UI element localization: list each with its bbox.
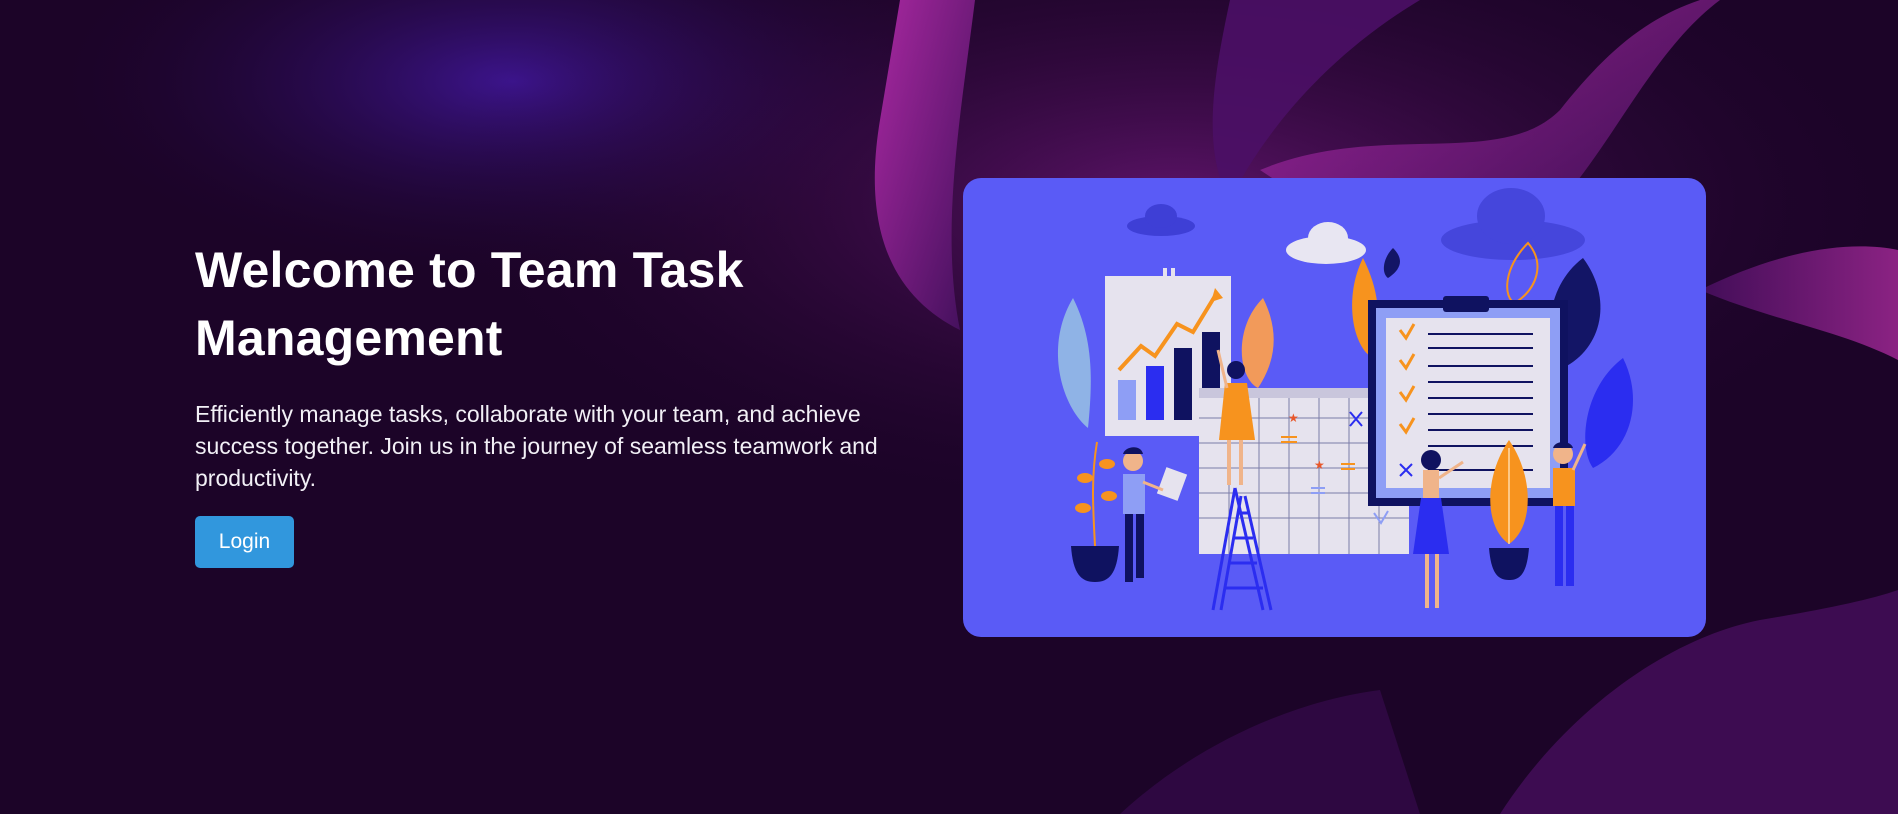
clipboard-icon xyxy=(1368,296,1568,506)
leaf-icon xyxy=(1057,298,1091,428)
team-task-illustration: ★ ★ xyxy=(1057,188,1633,611)
man-with-tablet xyxy=(1123,447,1188,582)
leaf-icon xyxy=(1383,248,1400,278)
leaf-icon xyxy=(1241,298,1274,388)
potted-plant-icon xyxy=(1071,441,1119,582)
svg-text:★: ★ xyxy=(1288,411,1299,425)
page-title: Welcome to Team Task Management xyxy=(195,242,744,366)
cloud-icon xyxy=(1441,188,1585,260)
hero-text: Welcome to Team Task Management Efficien… xyxy=(195,236,915,494)
svg-text:★: ★ xyxy=(1314,458,1325,472)
illustration-card: ★ ★ xyxy=(963,178,1706,637)
leaf-icon xyxy=(1585,358,1633,468)
login-button[interactable]: Login xyxy=(195,516,294,568)
hero-subtitle: Efficiently manage tasks, collaborate wi… xyxy=(195,401,878,491)
landing-page: Welcome to Team Task Management Efficien… xyxy=(0,0,1898,814)
cloud-icon xyxy=(1127,204,1195,236)
cloud-icon xyxy=(1286,222,1366,264)
